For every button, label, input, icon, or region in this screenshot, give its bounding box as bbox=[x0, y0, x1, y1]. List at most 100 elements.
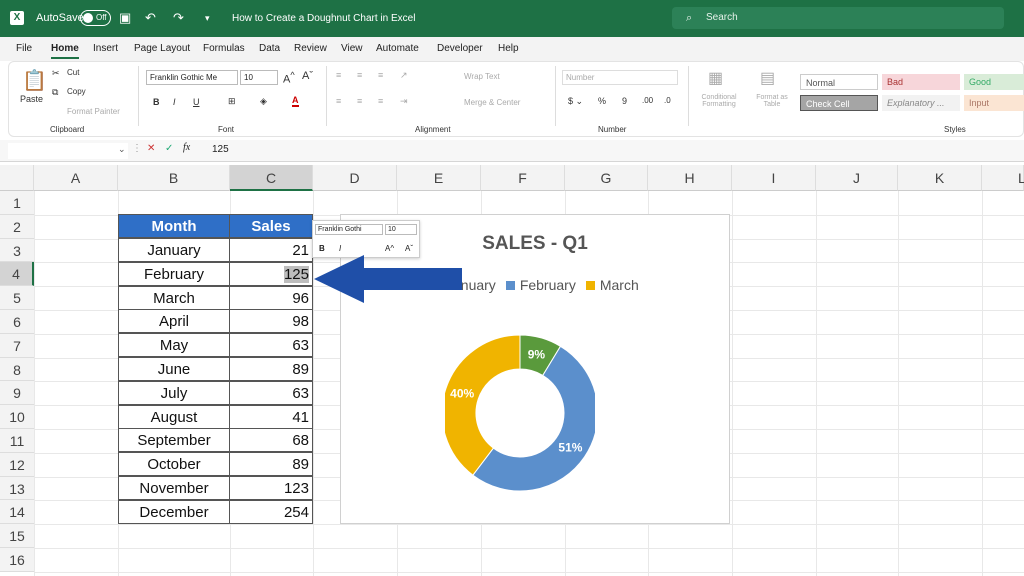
table-header-sales[interactable]: Sales bbox=[229, 214, 313, 238]
namebox-dropdown-icon[interactable]: ⌄ bbox=[118, 144, 126, 155]
cell-sales[interactable]: 21 bbox=[229, 238, 313, 262]
search-box[interactable]: ⌕ Search bbox=[672, 7, 1004, 29]
mini-grow-font-icon[interactable]: A^ bbox=[385, 244, 394, 253]
cell-sales[interactable]: 89 bbox=[229, 452, 313, 477]
cell-sales[interactable]: 41 bbox=[229, 404, 313, 429]
align-bottom-icon[interactable]: ≡ bbox=[378, 70, 383, 80]
cell-month[interactable]: December bbox=[118, 499, 230, 524]
mini-font-select[interactable]: Franklin Gothi bbox=[315, 224, 383, 235]
save-icon[interactable]: ▣ bbox=[119, 10, 131, 26]
col-header-l[interactable]: L bbox=[982, 165, 1024, 191]
tab-insert[interactable]: Insert bbox=[93, 43, 118, 54]
cell-month[interactable]: January bbox=[118, 238, 230, 262]
document-title[interactable]: How to Create a Doughnut Chart in Excel bbox=[232, 13, 415, 24]
indent-icon[interactable]: ⇥ bbox=[400, 96, 408, 107]
mini-shrink-font-icon[interactable]: Aˇ bbox=[405, 244, 413, 253]
conditional-formatting-button[interactable]: Conditional Formatting bbox=[694, 94, 744, 108]
merge-center-button[interactable]: Merge & Center bbox=[464, 98, 520, 107]
tab-formulas[interactable]: Formulas bbox=[203, 43, 245, 54]
decrease-font-icon[interactable]: Aˇ bbox=[302, 70, 313, 82]
number-format-select[interactable]: Number bbox=[562, 70, 678, 85]
cell-sales[interactable]: 63 bbox=[229, 380, 313, 405]
col-header-i[interactable]: I bbox=[732, 165, 816, 191]
cancel-icon[interactable]: ✕ bbox=[147, 143, 155, 154]
tab-home[interactable]: Home bbox=[51, 43, 79, 59]
cell-sales[interactable]: 123 bbox=[229, 476, 313, 500]
mini-italic-icon[interactable]: I bbox=[339, 244, 341, 253]
autosave-toggle[interactable]: Off bbox=[80, 10, 111, 26]
increase-font-icon[interactable]: A^ bbox=[283, 70, 295, 86]
style-bad[interactable]: Bad bbox=[882, 74, 960, 90]
orientation-icon[interactable]: ↗ bbox=[400, 70, 408, 81]
align-center-icon[interactable]: ≡ bbox=[357, 96, 362, 106]
redo-icon[interactable]: ↷ bbox=[173, 10, 184, 26]
row-header[interactable]: 8 bbox=[0, 357, 34, 382]
row-header[interactable]: 16 bbox=[0, 548, 34, 572]
tab-developer[interactable]: Developer bbox=[437, 43, 483, 54]
style-check-cell[interactable]: Check Cell bbox=[800, 95, 878, 111]
font-color-icon[interactable]: A bbox=[292, 95, 299, 107]
row-header[interactable]: 11 bbox=[0, 429, 34, 453]
cell-sales[interactable]: 89 bbox=[229, 357, 313, 381]
row-header[interactable]: 7 bbox=[0, 333, 34, 358]
copy-button[interactable]: Copy bbox=[67, 87, 86, 96]
cut-button[interactable]: Cut bbox=[67, 68, 79, 77]
tab-data[interactable]: Data bbox=[259, 43, 280, 54]
format-as-table-button[interactable]: Format as Table bbox=[750, 94, 794, 108]
format-painter-button[interactable]: Format Painter bbox=[67, 107, 120, 116]
insert-function-icon[interactable]: fx bbox=[183, 142, 190, 153]
cell-month[interactable]: April bbox=[118, 309, 230, 334]
align-right-icon[interactable]: ≡ bbox=[378, 96, 383, 106]
paste-icon[interactable]: 📋 bbox=[22, 68, 47, 93]
font-size-select[interactable]: 10 bbox=[240, 70, 278, 85]
row-header[interactable]: 15 bbox=[0, 524, 34, 548]
col-header-f[interactable]: F bbox=[481, 165, 565, 191]
name-box[interactable] bbox=[8, 143, 128, 159]
tab-view[interactable]: View bbox=[341, 43, 363, 54]
row-header[interactable]: 13 bbox=[0, 476, 34, 501]
tab-page-layout[interactable]: Page Layout bbox=[134, 43, 190, 54]
format-as-table-icon[interactable]: ▤ bbox=[760, 68, 775, 88]
row-header[interactable]: 2 bbox=[0, 214, 34, 239]
tab-help[interactable]: Help bbox=[498, 43, 519, 54]
col-header-e[interactable]: E bbox=[397, 165, 481, 191]
cell-sales[interactable]: 125 bbox=[229, 261, 313, 286]
row-header[interactable]: 14 bbox=[0, 500, 34, 525]
col-header-j[interactable]: J bbox=[816, 165, 898, 191]
tab-review[interactable]: Review bbox=[294, 43, 327, 54]
align-top-icon[interactable]: ≡ bbox=[336, 70, 341, 80]
cell-month[interactable]: September bbox=[118, 428, 230, 453]
cell-month[interactable]: August bbox=[118, 404, 230, 429]
mini-size-select[interactable]: 10 bbox=[385, 224, 417, 235]
cell-month[interactable]: June bbox=[118, 357, 230, 381]
paste-button[interactable]: Paste bbox=[20, 94, 43, 104]
enter-icon[interactable]: ✓ bbox=[165, 143, 173, 154]
bold-icon[interactable]: B bbox=[153, 97, 160, 107]
cell-month[interactable]: November bbox=[118, 476, 230, 500]
row-header[interactable]: 1 bbox=[0, 191, 34, 215]
style-input[interactable]: Input bbox=[964, 95, 1024, 111]
col-header-a[interactable]: A bbox=[34, 165, 118, 191]
col-header-k[interactable]: K bbox=[898, 165, 982, 191]
cell-sales[interactable]: 254 bbox=[229, 499, 313, 524]
row-header[interactable]: 6 bbox=[0, 310, 34, 334]
increase-decimal-icon[interactable]: .00 bbox=[642, 96, 653, 105]
comma-icon[interactable]: 9 bbox=[622, 96, 627, 106]
cell-sales[interactable]: 63 bbox=[229, 333, 313, 358]
font-name-select[interactable]: Franklin Gothic Me bbox=[146, 70, 238, 85]
align-middle-icon[interactable]: ≡ bbox=[357, 70, 362, 80]
row-header[interactable]: 3 bbox=[0, 238, 34, 263]
mini-bold-icon[interactable]: B bbox=[319, 244, 325, 253]
cut-icon[interactable]: ✂ bbox=[52, 68, 60, 79]
formula-input[interactable]: 125 bbox=[212, 144, 229, 155]
wrap-text-button[interactable]: Wrap Text bbox=[464, 72, 500, 81]
fill-color-icon[interactable]: ◈ bbox=[260, 96, 267, 107]
tab-file[interactable]: File bbox=[16, 43, 32, 54]
copy-icon[interactable]: ⧉ bbox=[52, 87, 58, 98]
cell-month[interactable]: February bbox=[118, 261, 230, 286]
table-header-month[interactable]: Month bbox=[118, 214, 230, 238]
col-header-g[interactable]: G bbox=[565, 165, 648, 191]
donut-slice-march[interactable] bbox=[445, 334, 521, 476]
style-normal[interactable]: Normal bbox=[800, 74, 878, 90]
percent-icon[interactable]: % bbox=[598, 96, 606, 106]
